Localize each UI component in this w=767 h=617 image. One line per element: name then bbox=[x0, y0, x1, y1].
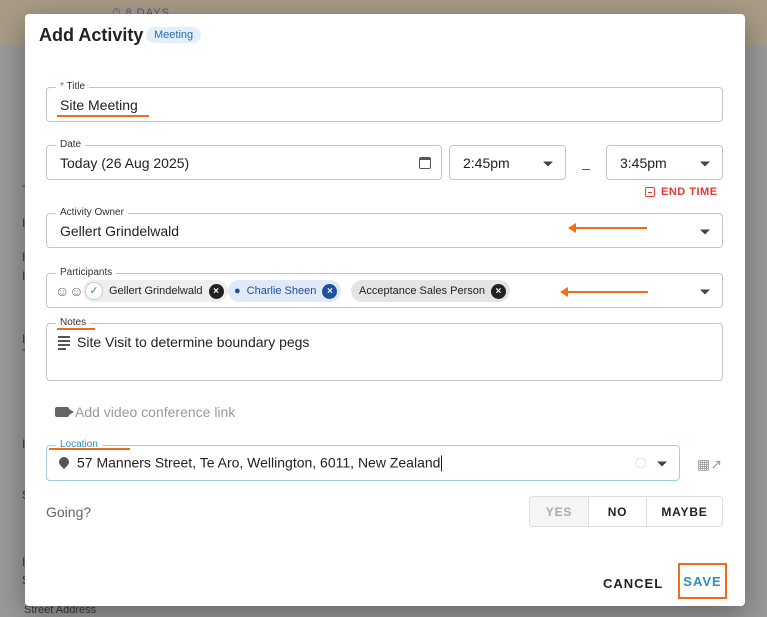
start-time-select[interactable]: 2:45pm bbox=[449, 145, 566, 180]
save-button[interactable]: SAVE bbox=[678, 563, 727, 599]
cancel-button[interactable]: CANCEL bbox=[603, 576, 663, 591]
participant-name: Acceptance Sales Person bbox=[359, 285, 485, 297]
map-pin-icon bbox=[56, 454, 72, 470]
title-label: * Title bbox=[56, 81, 90, 93]
activity-type-badge: Meeting bbox=[146, 27, 202, 43]
title-label-text: Title bbox=[66, 81, 86, 92]
activity-owner-value: Gellert Grindelwald bbox=[60, 222, 180, 239]
start-time-value: 2:45pm bbox=[463, 154, 510, 171]
rsvp-maybe-button[interactable]: MAYBE bbox=[646, 497, 722, 526]
date-value: Today (26 Aug 2025) bbox=[60, 154, 190, 171]
rsvp-button-group: YES NO MAYBE bbox=[529, 496, 723, 527]
people-icon: ☺☺ bbox=[55, 282, 84, 299]
map-icon[interactable]: ▦↗ bbox=[697, 456, 722, 473]
participant-chip[interactable]: Acceptance Sales Person × bbox=[351, 280, 510, 302]
text-cursor bbox=[441, 455, 443, 472]
notes-field[interactable]: Notes Site Visit to determine boundary p… bbox=[46, 317, 723, 381]
annotation-underline bbox=[49, 448, 130, 450]
video-camera-icon bbox=[55, 407, 74, 417]
chevron-down-icon bbox=[700, 229, 710, 234]
annotation-arrow bbox=[568, 223, 647, 233]
location-input[interactable]: 57 Manners Street, Te Aro, Wellington, 6… bbox=[77, 454, 443, 472]
chevron-down-icon[interactable] bbox=[657, 461, 667, 467]
add-activity-dialog: Add Activity Meeting * Title Site Meetin… bbox=[25, 14, 745, 606]
end-time-select[interactable]: 3:45pm bbox=[606, 145, 723, 180]
chevron-down-icon bbox=[700, 289, 710, 294]
date-field[interactable]: Date Today (26 Aug 2025) bbox=[46, 139, 442, 180]
going-label: Going? bbox=[46, 504, 92, 520]
calendar-icon[interactable] bbox=[419, 156, 431, 169]
video-link-label: Add video conference link bbox=[75, 404, 236, 420]
remove-chip-icon[interactable]: × bbox=[208, 283, 224, 299]
minus-box-icon bbox=[645, 187, 655, 197]
participant-chip[interactable]: ✓ Gellert Grindelwald × bbox=[83, 280, 228, 302]
dialog-title: Add Activity bbox=[39, 25, 144, 45]
clear-icon[interactable] bbox=[635, 457, 646, 469]
remove-end-time-button[interactable]: END TIME bbox=[645, 186, 718, 198]
annotation-underline bbox=[57, 115, 149, 117]
participant-chip[interactable]: ● Charlie Sheen × bbox=[228, 280, 342, 302]
end-time-value: 3:45pm bbox=[620, 154, 667, 171]
check-icon: ✓ bbox=[85, 282, 103, 300]
notes-value[interactable]: Site Visit to determine boundary pegs bbox=[77, 334, 309, 350]
annotation-underline bbox=[57, 328, 95, 330]
title-value[interactable]: Site Meeting bbox=[60, 97, 138, 113]
remove-chip-icon[interactable]: × bbox=[490, 283, 506, 299]
add-video-conference-link[interactable]: Add video conference link bbox=[55, 404, 235, 420]
activity-owner-label: Activity Owner bbox=[56, 207, 128, 219]
chevron-down-icon bbox=[543, 161, 553, 166]
activity-owner-select[interactable]: Activity Owner Gellert Grindelwald bbox=[46, 207, 723, 248]
rsvp-yes-button[interactable]: YES bbox=[530, 497, 588, 526]
notes-icon bbox=[58, 336, 70, 352]
time-separator: – bbox=[582, 160, 590, 176]
remove-chip-icon[interactable]: × bbox=[322, 283, 338, 299]
participants-label: Participants bbox=[56, 267, 117, 279]
end-time-label: END TIME bbox=[661, 186, 718, 198]
date-label: Date bbox=[56, 139, 86, 151]
participant-name: Charlie Sheen bbox=[246, 285, 317, 297]
rsvp-no-button[interactable]: NO bbox=[588, 497, 646, 526]
chevron-down-icon bbox=[700, 161, 710, 166]
annotation-arrow bbox=[560, 287, 648, 297]
location-field[interactable]: Location 57 Manners Street, Te Aro, Well… bbox=[46, 439, 680, 481]
location-value: 57 Manners Street, Te Aro, Wellington, 6… bbox=[77, 454, 441, 471]
required-mark: * bbox=[60, 81, 64, 92]
participant-name: Gellert Grindelwald bbox=[109, 285, 203, 297]
person-icon: ● bbox=[234, 285, 241, 297]
